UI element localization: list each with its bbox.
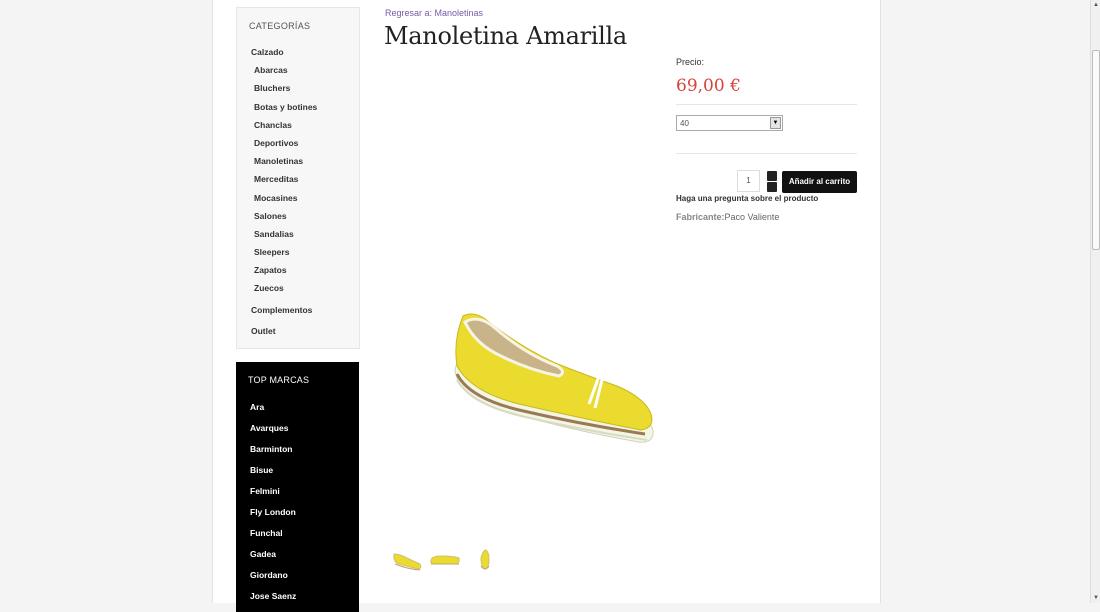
manufacturer: Fabricante:Paco Valiente (676, 212, 779, 222)
sidebar-category-item[interactable]: Sleepers (251, 243, 317, 261)
size-select-value: 40 (680, 119, 689, 128)
chevron-down-icon[interactable]: ▼ (770, 117, 781, 129)
manufacturer-link[interactable]: Paco Valiente (725, 212, 780, 222)
price-value: 69,00 € (676, 76, 741, 96)
divider (676, 153, 857, 154)
thumb-shoe-side (393, 553, 422, 571)
top-brands-title: TOP MARCAS (248, 375, 310, 385)
thumbnail-3[interactable] (477, 542, 509, 576)
product-main-image[interactable] (449, 300, 655, 450)
sidebar-brand-item[interactable]: Felmini (250, 481, 296, 502)
sidebar-category-item[interactable]: Deportivos (251, 134, 317, 152)
categories-title: CATEGORÍAS (249, 21, 311, 31)
sidebar-brand-item[interactable]: Jose Saenz (250, 586, 296, 607)
categories-panel: CATEGORÍAS Calzado Abarcas Bluchers Botas y… (236, 7, 360, 349)
top-brands-panel: TOP MARCAS Ara Avarques Barminton Bisue Felm… (236, 362, 359, 612)
sidebar-brand-item[interactable]: Barminton (250, 439, 296, 460)
scroll-up-arrow-icon[interactable]: ▲ (1091, 0, 1100, 10)
shoe-image (454, 313, 654, 443)
quantity-input[interactable]: 1 (737, 170, 760, 192)
thumb-shoe-back (480, 549, 490, 570)
product-title: Manoletina Amarilla (384, 22, 627, 50)
sidebar-category-item[interactable]: Outlet (251, 322, 317, 340)
sidebar-category-item[interactable]: Salones (251, 207, 317, 225)
vertical-scrollbar[interactable]: ▲ ▼ (1090, 0, 1100, 603)
scroll-down-arrow-icon[interactable]: ▼ (1091, 593, 1100, 603)
sidebar-category-item[interactable]: Manoletinas (251, 152, 317, 170)
categories-list: Calzado Abarcas Bluchers Botas y botines Cha… (251, 43, 317, 340)
thumbnail-1[interactable] (391, 542, 423, 576)
sidebar-category-item[interactable]: Mocasines (251, 189, 317, 207)
sidebar-category-item[interactable]: Chanclas (251, 116, 317, 134)
ask-question-link[interactable]: Haga una pregunta sobre el producto (676, 194, 818, 203)
manufacturer-label: Fabricante: (676, 212, 725, 222)
sidebar-category-item[interactable]: Merceditas (251, 170, 317, 188)
sidebar-category-item[interactable]: Abarcas (251, 61, 317, 79)
scrollbar-thumb[interactable] (1092, 50, 1100, 250)
price-label: Precio: (676, 57, 705, 67)
back-to-category-link[interactable]: Regresar a: Manoletinas (385, 8, 483, 18)
thumbnail-2[interactable] (429, 542, 461, 576)
sidebar-brand-item[interactable]: Avarques (250, 418, 296, 439)
sidebar-brand-item[interactable]: Gadea (250, 544, 296, 565)
sidebar-category-item[interactable]: Zuecos (251, 279, 317, 297)
sidebar-category-item[interactable]: Complementos (251, 301, 317, 319)
add-to-cart-button[interactable]: Añadir al carrito (782, 171, 857, 193)
sidebar-brand-item[interactable]: Bisue (250, 460, 296, 481)
page-container: CATEGORÍAS Calzado Abarcas Bluchers Botas y… (212, 0, 881, 612)
size-select[interactable]: 40 ▼ (676, 115, 783, 131)
brands-list: Ara Avarques Barminton Bisue Felmini Fly Lond… (250, 397, 296, 607)
sidebar-brand-item[interactable]: Fly London (250, 502, 296, 523)
sidebar-category-item[interactable]: Zapatos (251, 261, 317, 279)
quantity-decrease-button[interactable] (767, 182, 777, 192)
sidebar-brand-item[interactable]: Funchal (250, 523, 296, 544)
sidebar-brand-item[interactable]: Giordano (250, 565, 296, 586)
sidebar-category-item[interactable]: Sandalias (251, 225, 317, 243)
divider (676, 104, 857, 105)
sidebar-category-item[interactable]: Calzado (251, 43, 317, 61)
sidebar-category-item[interactable]: Botas y botines (251, 98, 317, 116)
sidebar-brand-item[interactable]: Ara (250, 397, 296, 418)
thumb-shoe-profile (430, 555, 460, 565)
quantity-increase-button[interactable] (767, 171, 777, 181)
sidebar-category-item[interactable]: Bluchers (251, 79, 317, 97)
